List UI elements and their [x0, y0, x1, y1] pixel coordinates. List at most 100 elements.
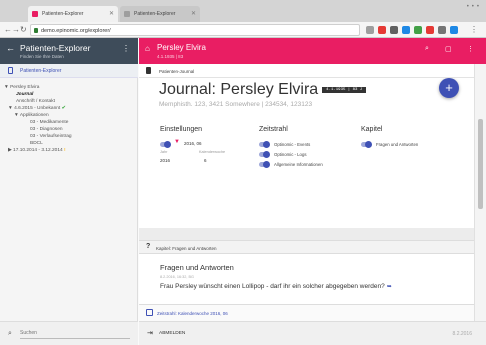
tree-item-label: 17.10.2014 - 3.12.2014 [13, 148, 63, 153]
tree-expand-icon[interactable]: ▶ [8, 148, 12, 153]
more-vert-icon[interactable]: ⋮ [122, 44, 130, 53]
more-vert-icon[interactable]: ⋮ [467, 45, 474, 53]
filter-value: 2016, 06 [184, 141, 202, 146]
window-controls[interactable]: ••• [467, 4, 482, 10]
extension-icon[interactable] [414, 26, 422, 34]
tree-item-medication[interactable]: 03 - Medikamente [30, 120, 68, 125]
tab-bar: Patienten-Explorer ✕ Patienten-Explorer … [0, 0, 486, 22]
extension-icon[interactable] [426, 26, 434, 34]
tree-item-stay[interactable]: ▼ 4.6.2015 - Unbekannt ✔ [8, 106, 66, 111]
reply-icon[interactable]: ➥ [387, 284, 392, 290]
home-icon[interactable]: ⌂ [145, 44, 150, 53]
url-text: demo.epinomic.org/explorer/ [41, 28, 111, 34]
filter-icon: ▼ [174, 139, 180, 145]
reload-icon[interactable]: ↻ [20, 25, 27, 35]
logout-button[interactable]: ABMELDEN [159, 331, 185, 336]
extension-icon[interactable] [450, 26, 458, 34]
sidebar-section[interactable]: Patienten-Explorer [0, 64, 138, 78]
qa-section-label: Kapitel: Fragen und Antworten [156, 246, 217, 251]
tree-item-label: Applikationen [19, 113, 49, 118]
tree-item-progress[interactable]: 03 - Verlaufseintrag [30, 134, 72, 139]
search-input[interactable] [20, 328, 130, 339]
scrollbar[interactable] [474, 64, 486, 321]
version-date: 8.2.2016 [452, 331, 472, 337]
week-label: Kalenderwoche [199, 150, 226, 154]
content-scroll[interactable]: Journal: Persley Elvira 4.1.1935 | 83 J M… [139, 78, 474, 321]
search-icon[interactable]: ⌕ [425, 45, 429, 53]
tree-item-label: 03 - Medikamente [30, 120, 69, 125]
extension-icon[interactable] [378, 26, 386, 34]
toggle-events[interactable] [259, 141, 270, 148]
back-icon[interactable]: ← [4, 25, 12, 35]
sidebar-section-label: Patienten-Explorer [20, 68, 62, 74]
extension-icon[interactable] [438, 26, 446, 34]
chat-icon[interactable]: ▢ [445, 45, 452, 53]
birthdate-badge: 4.1.1935 | 83 J [322, 86, 367, 93]
tree-item-label: 03 - Diagnosen [30, 127, 63, 132]
timeline-heading: Zeitstrahl [259, 126, 288, 133]
toggle-info[interactable] [259, 161, 270, 168]
toggle-qa[interactable] [361, 141, 372, 148]
scroll-thumb[interactable] [478, 119, 483, 209]
favicon-icon [32, 11, 38, 17]
extension-icon[interactable] [390, 26, 398, 34]
add-fab-button[interactable]: + [439, 78, 459, 98]
sidebar-subtitle: Finden Sie Ihre Daten [20, 54, 64, 59]
settings-heading: Einstellungen [160, 126, 203, 133]
close-tab-icon[interactable]: ✕ [109, 10, 114, 17]
browser-tab-active[interactable]: Patienten-Explorer ✕ [28, 6, 118, 22]
tree-item-diagnoses[interactable]: 03 - Diagnosen [30, 127, 63, 132]
tree-item-journal[interactable]: Journal [16, 92, 33, 97]
tree-expand-icon[interactable]: ▼ [14, 113, 19, 118]
sidebar-footer: ⌕ [0, 321, 138, 345]
top-app-bar: ⌂ Persley Elvira 4.1.1935 | 83 ⌕ ▢ ⋮ [139, 38, 486, 64]
tree-item-stay-2[interactable]: ▶ 17.10.2014 - 3.12.2014 ! [8, 148, 66, 153]
calendar-icon [146, 309, 153, 316]
qa-question-text: Frau Persley wünscht einen Lollipop - da… [160, 283, 385, 290]
content-subheader: Patienten-Journal [139, 64, 474, 78]
tree-item-contact[interactable]: Anschrift / Kontakt [16, 99, 55, 104]
browser-nav-bar: ← → ↻ demo.epinomic.org/explorer/ ⋮ [0, 22, 486, 38]
app-root: ← Patienten-Explorer Finden Sie Ihre Dat… [0, 38, 486, 345]
browser-tab-label: Patienten-Explorer [42, 11, 84, 17]
year-value[interactable]: 2016 [160, 158, 170, 163]
warning-icon: ! [64, 148, 66, 153]
lock-icon [34, 28, 38, 33]
tree-item-applications[interactable]: ▼ Applikationen [14, 113, 49, 118]
toggle-events-label: Optinomic - Events [274, 142, 311, 147]
patient-name: Persley Elvira [157, 43, 206, 52]
journal-card: Journal: Persley Elvira 4.1.1935 | 83 J M… [139, 78, 474, 228]
chapter-heading: Kapitel [361, 126, 383, 133]
tree-expand-icon[interactable]: ▼ [8, 106, 13, 111]
tree-item-label: Journal [16, 92, 34, 97]
filter-toggle[interactable] [160, 141, 171, 148]
browser-chrome: Patienten-Explorer ✕ Patienten-Explorer … [0, 0, 486, 38]
tree-item-patient[interactable]: ▼ Persley Elvira [4, 85, 39, 90]
qa-question: Frau Persley wünscht einen Lollipop - da… [160, 283, 392, 290]
logout-icon[interactable]: ⇥ [147, 329, 153, 337]
year-label: Jahr [160, 150, 168, 154]
qa-title: Fragen und Antworten [160, 263, 234, 272]
browser-tab-label: Patienten-Explorer [134, 11, 176, 17]
tree-item-bdcl[interactable]: BDCL [30, 141, 43, 146]
extension-icon[interactable] [366, 26, 374, 34]
back-arrow-icon[interactable]: ← [6, 43, 15, 53]
timeline-bar[interactable]: Zeitstrahl: Kalenderwoche 2016, 06 [139, 304, 474, 321]
timeline-label: Zeitstrahl: Kalenderwoche 2016, 06 [157, 311, 228, 316]
week-value[interactable]: 6 [204, 158, 207, 163]
tree-item-label: Persley Elvira [10, 85, 40, 90]
browser-menu-icon[interactable]: ⋮ [470, 25, 478, 35]
forward-icon[interactable]: → [12, 25, 20, 35]
url-bar[interactable]: demo.epinomic.org/explorer/ [30, 24, 360, 36]
close-tab-icon[interactable]: ✕ [191, 10, 196, 17]
bottom-bar: ⇥ ABMELDEN 8.2.2016 [139, 321, 486, 345]
tree-item-label: 03 - Verlaufseintrag [30, 134, 72, 139]
help-icon: ? [146, 243, 151, 250]
tree-expand-icon[interactable]: ▼ [4, 85, 9, 90]
browser-tab-inactive[interactable]: Patienten-Explorer ✕ [120, 6, 200, 22]
qa-meta: 8.2.2016, 16:32, BG [160, 275, 194, 279]
extension-icon[interactable] [402, 26, 410, 34]
toggle-logs[interactable] [259, 151, 270, 158]
journal-title-text: Journal: Persley Elvira [159, 81, 319, 98]
patient-address: Memphisth. 123, 3421 Somewhere | 234534,… [159, 101, 313, 108]
